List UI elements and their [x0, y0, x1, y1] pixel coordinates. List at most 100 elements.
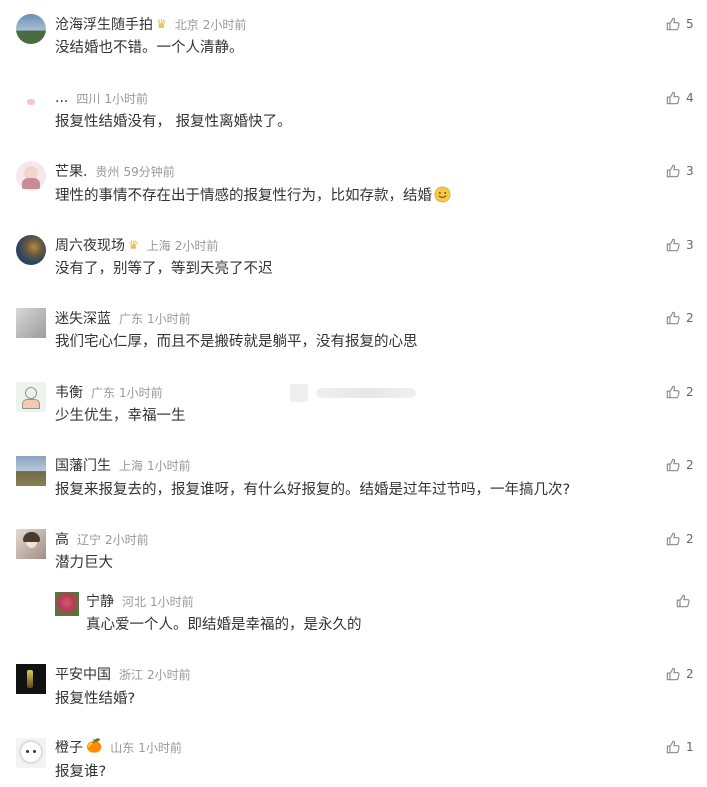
- comment-meta: 芒果. 贵州 59分钟前: [55, 161, 175, 181]
- comment-meta: 国藩门生 上海 1小时前: [55, 455, 191, 475]
- like-button[interactable]: 3: [666, 162, 694, 180]
- thumbs-up-icon: [666, 238, 680, 252]
- like-count: 5: [686, 17, 694, 31]
- thumbs-up-icon: [666, 311, 680, 325]
- comment-text: 少生优生，幸福一生: [55, 408, 186, 424]
- thumbs-up-icon: [666, 164, 680, 178]
- comment-text: 潜力巨大: [55, 555, 113, 571]
- username[interactable]: 国藩门生: [55, 455, 111, 475]
- timestamp: 2小时前: [147, 667, 191, 682]
- like-count: 2: [686, 667, 694, 681]
- like-count: 2: [686, 532, 694, 546]
- username[interactable]: 宁静: [86, 591, 114, 611]
- timestamp: 1小时前: [119, 385, 163, 400]
- location: 辽宁: [77, 532, 102, 547]
- avatar[interactable]: [16, 456, 46, 486]
- like-button[interactable]: 3: [666, 236, 694, 254]
- comment-text-content: 理性的事情不存在出于情感的报复性行为，比如存款，结婚: [55, 188, 432, 204]
- thumbs-up-icon: [676, 594, 690, 608]
- comment-meta: 周六夜现场 ♛ 上海 2小时前: [55, 235, 218, 255]
- thumbs-up-icon: [666, 17, 680, 31]
- location: 广东: [119, 311, 144, 326]
- thumbs-up-icon: [666, 385, 680, 399]
- orange-emoji-icon: 🍊: [86, 739, 103, 754]
- like-button[interactable]: 2: [666, 530, 694, 548]
- like-button[interactable]: 2: [666, 383, 694, 401]
- location: 河北: [122, 594, 147, 609]
- username[interactable]: 平安中国: [55, 664, 111, 684]
- thumbs-up-icon: [666, 740, 680, 754]
- thumbs-up-icon: [666, 91, 680, 105]
- username[interactable]: ...: [55, 90, 68, 106]
- location: 北京: [174, 17, 199, 32]
- like-count: 1: [686, 740, 694, 754]
- like-button[interactable]: 4: [666, 89, 694, 107]
- location: 上海: [146, 238, 171, 253]
- avatar[interactable]: [16, 738, 46, 768]
- comment-meta: 迷失深蓝 广东 1小时前: [55, 308, 191, 328]
- comment-meta: 韦衡 广东 1小时前: [55, 382, 163, 402]
- vip-badge-icon: ♛: [156, 17, 167, 31]
- comment-text: 我们宅心仁厚，而且不是搬砖就是躺平，没有报复的心思: [55, 334, 418, 350]
- timestamp: 2小时前: [202, 17, 247, 32]
- thumbs-up-icon: [666, 458, 680, 472]
- comment-meta: 橙子 🍊 山东 1小时前: [55, 737, 182, 757]
- comment-meta: ... 四川 1小时前: [55, 88, 148, 108]
- comment-text: 报复谁?: [55, 764, 107, 780]
- comment-text: 报复性结婚没有， 报复性离婚快了。: [55, 114, 292, 130]
- username[interactable]: 沧海浮生随手拍: [55, 14, 153, 34]
- username[interactable]: 迷失深蓝: [55, 308, 111, 328]
- avatar[interactable]: [16, 308, 46, 338]
- like-button[interactable]: 2: [666, 309, 694, 327]
- like-button[interactable]: 5: [666, 15, 694, 33]
- comment-meta: 高 辽宁 2小时前: [55, 529, 149, 549]
- avatar[interactable]: [55, 592, 79, 616]
- timestamp: 1小时前: [104, 91, 149, 106]
- comment-text: 没有了，别等了，等到天亮了不迟: [55, 261, 273, 277]
- like-count: 2: [686, 385, 694, 399]
- username[interactable]: 周六夜现场: [55, 235, 125, 255]
- avatar[interactable]: [16, 529, 46, 559]
- timestamp: 2小时前: [174, 238, 219, 253]
- comment-meta: 沧海浮生随手拍 ♛ 北京 2小时前: [55, 14, 246, 34]
- comment-text: 理性的事情不存在出于情感的报复性行为，比如存款，结婚: [55, 186, 451, 206]
- timestamp: 59分钟前: [123, 164, 175, 179]
- like-button[interactable]: 1: [666, 738, 694, 756]
- like-count: 3: [686, 238, 694, 252]
- location: 贵州: [95, 164, 120, 179]
- location: 四川: [76, 91, 101, 106]
- like-count: 2: [686, 311, 694, 325]
- avatar[interactable]: [16, 88, 46, 118]
- username[interactable]: 芒果.: [55, 161, 87, 181]
- avatar[interactable]: [16, 382, 46, 412]
- reply-meta: 宁静 河北 1小时前: [86, 591, 194, 611]
- comment-text: 没结婚也不错。一个人清静。: [55, 40, 244, 56]
- smile-emoji-icon: [434, 186, 451, 203]
- username[interactable]: 高: [55, 529, 69, 549]
- username[interactable]: 韦衡: [55, 382, 83, 402]
- like-button[interactable]: 2: [666, 456, 694, 474]
- vip-badge-icon: ♛: [128, 238, 139, 252]
- comment-text: 报复性结婚?: [55, 691, 136, 707]
- timestamp: 1小时前: [147, 311, 191, 326]
- thumbs-up-icon: [666, 532, 680, 546]
- timestamp: 2小时前: [105, 532, 149, 547]
- avatar[interactable]: [16, 14, 46, 44]
- location: 上海: [119, 458, 144, 473]
- avatar[interactable]: [16, 161, 46, 191]
- timestamp: 1小时前: [138, 740, 182, 755]
- like-button[interactable]: [676, 592, 696, 610]
- username[interactable]: 橙子: [55, 737, 83, 757]
- comment-text: 报复来报复去的，报复谁呀，有什么好报复的。结婚是过年过节吗，一年搞几次?: [55, 482, 571, 498]
- like-button[interactable]: 2: [666, 665, 694, 683]
- thumbs-up-icon: [666, 667, 680, 681]
- like-count: 3: [686, 164, 694, 178]
- like-count: 4: [686, 91, 694, 105]
- avatar[interactable]: [16, 235, 46, 265]
- avatar[interactable]: [16, 664, 46, 694]
- timestamp: 1小时前: [150, 594, 194, 609]
- location: 山东: [110, 740, 135, 755]
- timestamp: 1小时前: [147, 458, 191, 473]
- watermark: [290, 382, 422, 404]
- reply-text: 真心爱一个人。即结婚是幸福的，是永久的: [86, 617, 362, 633]
